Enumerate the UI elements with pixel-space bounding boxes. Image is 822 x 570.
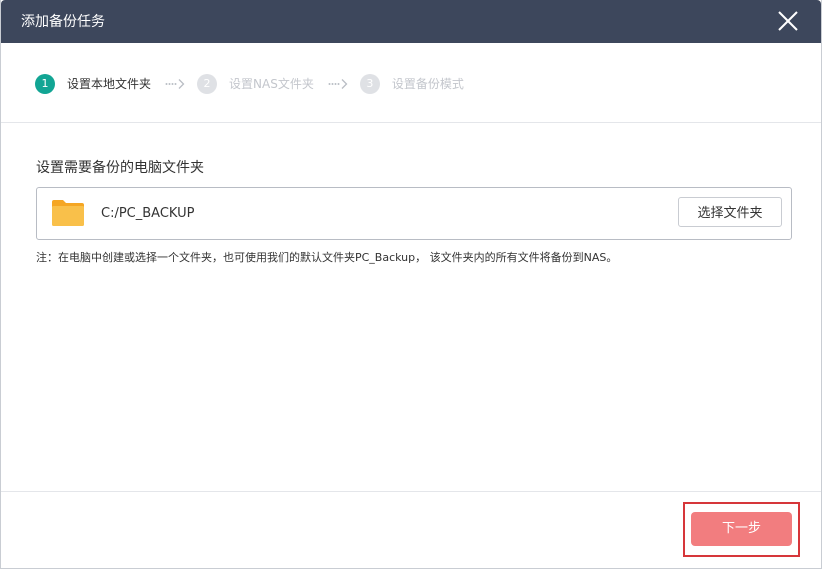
step-arrow-icon — [328, 78, 348, 90]
divider — [1, 491, 821, 492]
folder-selector: C:/PC_BACKUP 选择文件夹 — [36, 187, 792, 240]
dialog-titlebar: 添加备份任务 — [1, 0, 821, 43]
step-3: 3 设置备份模式 — [359, 74, 464, 94]
step-1-label: 设置本地文件夹 — [67, 77, 152, 91]
folder-path: C:/PC_BACKUP — [101, 206, 195, 221]
add-backup-task-dialog: 添加备份任务 1 设置本地文件夹 2 设置NAS文件夹 3 设置备份模式 设置需… — [0, 0, 822, 569]
stepper: 1 设置本地文件夹 2 设置NAS文件夹 3 设置备份模式 — [35, 72, 464, 96]
section-title: 设置需要备份的电脑文件夹 — [36, 160, 204, 176]
step-arrow-icon — [165, 78, 185, 90]
step-2-number: 2 — [197, 74, 218, 94]
folder-icon — [51, 199, 85, 231]
choose-folder-button[interactable]: 选择文件夹 — [678, 197, 782, 227]
step-3-label: 设置备份模式 — [391, 77, 464, 91]
step-2-label: 设置NAS文件夹 — [229, 77, 314, 91]
note-text: 注：在电脑中创建或选择一个文件夹，也可使用我们的默认文件夹PC_Backup， … — [36, 251, 618, 264]
divider — [1, 122, 821, 123]
step-2: 2 设置NAS文件夹 — [197, 74, 314, 94]
step-1: 1 设置本地文件夹 — [35, 74, 151, 94]
step-1-number: 1 — [35, 74, 55, 94]
dialog-title: 添加备份任务 — [21, 14, 105, 30]
next-step-button[interactable]: 下一步 — [691, 512, 792, 546]
close-icon[interactable] — [775, 8, 801, 34]
step-3-number: 3 — [359, 74, 380, 94]
